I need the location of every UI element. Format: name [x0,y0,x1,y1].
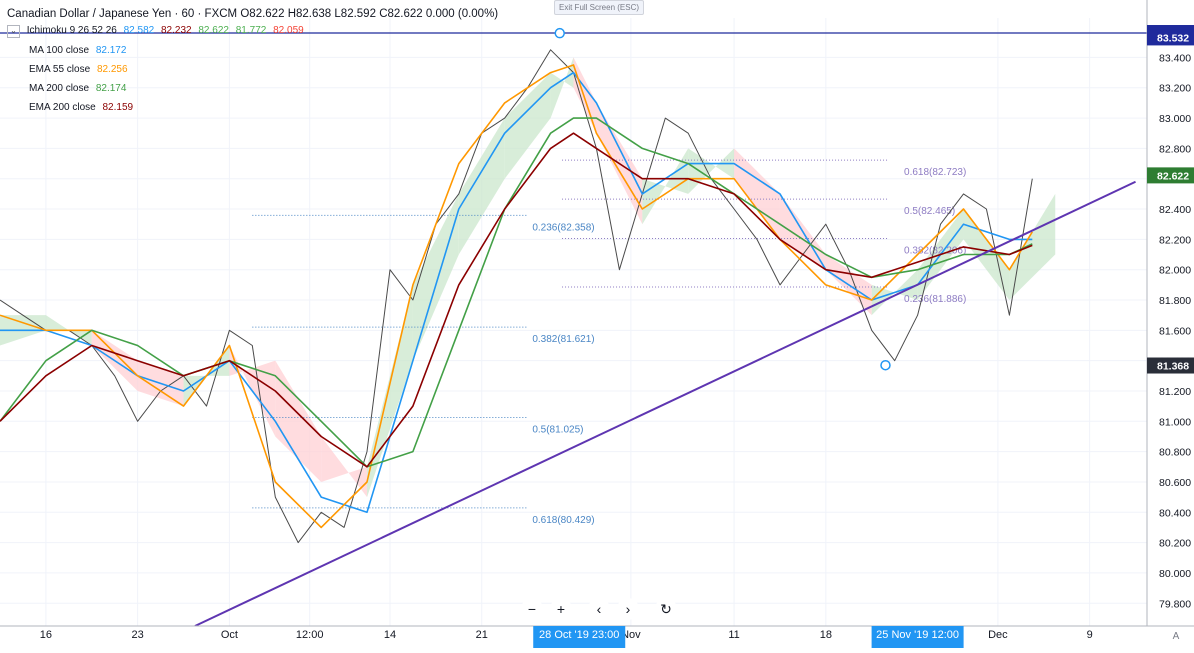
fib-level-label: 0.618(82.723) [904,167,966,178]
marker-circle [554,27,565,39]
crosshair-time-label: 25 Nov '19 12:00 [876,629,959,641]
y-tick-label: 79.800 [1159,598,1191,610]
y-tick-label: 81.800 [1159,295,1191,307]
x-tick-label: 21 [476,629,488,641]
fib-level-label: 0.618(80.429) [532,515,594,526]
fib-level-label: 0.236(82.358) [532,222,594,233]
ichimoku-cloud-segment [734,148,780,240]
ma200-value: 82.174 [95,83,127,94]
ichimoku-value-2: 82.232 [161,25,192,36]
ohlc-close-label: C [379,8,388,20]
symbol-title: Canadian Dollar / Japanese Yen · 60 · FX… [7,8,238,20]
zoom-in-button[interactable]: + [550,598,572,620]
auto-scale-icon: A [1173,631,1180,642]
ma100-value: 82.172 [95,45,127,56]
crosshair-time-label: 28 Oct '19 23:00 [539,629,619,641]
y-tick-label: 82.400 [1159,204,1191,216]
y-tick-label: 81.200 [1159,386,1191,398]
ohlc-low: 82.592 [340,8,376,20]
ma100-label: MA 100 close [29,45,90,56]
legend-ma200[interactable]: MA 200 close 82.174 [29,83,126,94]
reset-chart-button[interactable]: ↻ [655,598,677,620]
ohlc-close: 82.622 [387,8,423,20]
y-tick-label: 81.600 [1159,325,1191,337]
marker-circle [880,359,891,371]
legend-ema55[interactable]: EMA 55 close 82.256 [29,64,128,75]
scroll-left-button[interactable]: ‹ [588,598,610,620]
y-tick-label: 80.000 [1159,568,1191,580]
x-tick-label: 12:00 [296,629,324,641]
scroll-right-button[interactable]: › [617,598,639,620]
ma200-label: MA 200 close [29,83,90,94]
ohlc-high: 82.638 [296,8,332,20]
x-tick-label: 11 [728,629,739,641]
ichimoku-value-5: 82.059 [273,25,304,36]
price-label: 81.368 [1157,361,1189,373]
fib-level-label: 0.5(81.025) [532,425,583,436]
price-label: 82.622 [1157,170,1189,182]
exit-fullscreen-hint[interactable]: Exit Full Screen (ESC) [554,0,645,15]
fib-level-label: 0.382(81.621) [532,334,594,345]
support-trendline [194,180,1136,627]
x-tick-label: Dec [988,629,1008,641]
ohlc-change: 0.000 (0.00%) [425,8,499,20]
ichimoku-value-1: 82.582 [123,25,155,36]
legend-ema200[interactable]: EMA 200 close 82.159 [29,102,133,113]
y-tick-label: 82.800 [1159,143,1191,155]
ohlc-values: O82.622 H82.638 L82.592 C82.622 0.000 (0… [240,8,498,20]
y-tick-label: 82.200 [1159,234,1191,246]
x-tick-label: 23 [132,629,144,641]
y-tick-label: 82.000 [1159,265,1191,277]
x-tick-label: 9 [1087,629,1093,641]
legend-ma100[interactable]: MA 100 close 82.172 [29,45,126,56]
chart-root: 0.236(82.358) 0.382(81.621) 0.5(81.025) 0.6… [0,0,1194,652]
ichimoku-value-4: 81.772 [235,25,267,36]
legend-title-row: Canadian Dollar / Japanese Yen · 60 · FX… [7,8,498,20]
price-label: 83.532 [1157,32,1189,44]
y-tick-label: 83.000 [1159,113,1191,125]
y-tick-label: 80.800 [1159,447,1191,459]
ichimoku-cloud-segment [1009,193,1056,301]
ohlc-open-label: O [240,8,250,20]
chart-svg[interactable]: 0.236(82.358) 0.382(81.621) 0.5(81.025) 0.6… [0,0,1194,652]
ema200-label: EMA 200 close [29,102,96,113]
zoom-out-button[interactable]: − [521,598,543,620]
y-tick-label: 80.600 [1159,477,1191,489]
ema200-value: 82.159 [102,102,134,113]
y-tick-label: 83.400 [1159,52,1191,64]
x-tick-label: 18 [820,629,832,641]
collapse-indicators-icon[interactable]: ⌄ [7,25,20,38]
y-tick-label: 83.200 [1159,83,1191,95]
price-axis-background [1147,0,1194,648]
ohlc-open: 82.622 [249,8,285,20]
y-tick-label: 80.400 [1159,507,1191,519]
y-tick-label: 81.000 [1159,416,1191,428]
ohlc-high-label: H [287,8,296,20]
ichimoku-value-3: 82.622 [198,25,229,36]
ichimoku-label: Ichimoku 9 26 52 26 [26,25,117,36]
x-tick-label: 14 [384,629,396,641]
ema55-label: EMA 55 close [29,64,91,75]
ema55-value: 82.256 [96,64,128,75]
y-tick-label: 80.200 [1159,538,1191,550]
x-tick-label: 16 [40,629,52,641]
x-tick-label: Oct [221,629,238,641]
legend-ichimoku[interactable]: ⌄ Ichimoku 9 26 52 26 82.582 82.232 82.6… [7,25,304,38]
fib-level-label: 0.236(81.886) [904,294,966,305]
